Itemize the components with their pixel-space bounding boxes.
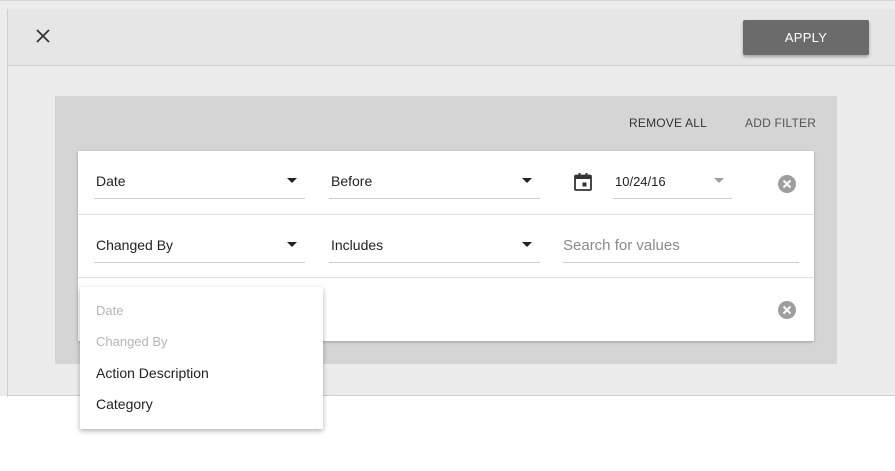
chevron-down-icon <box>522 242 532 247</box>
calendar-icon[interactable] <box>573 172 593 192</box>
close-icon[interactable] <box>33 26 55 48</box>
chevron-down-icon <box>714 178 724 183</box>
dropdown-option-action-description[interactable]: Action Description <box>96 365 209 381</box>
filter-1-field-value: Date <box>96 173 126 189</box>
search-values-input[interactable] <box>563 229 799 263</box>
remove-all-button[interactable]: REMOVE ALL <box>629 116 707 130</box>
filter-1-date-value: 10/24/16 <box>615 174 666 189</box>
dialog-edge <box>7 9 8 397</box>
filter-2-operator-select[interactable]: Includes <box>329 229 540 263</box>
filter-1-field-select[interactable]: Date <box>94 165 305 199</box>
add-filter-button[interactable]: ADD FILTER <box>745 116 816 130</box>
chevron-down-icon <box>522 178 532 183</box>
row-divider <box>78 277 814 278</box>
field-dropdown-menu: Date Changed By Action Description Categ… <box>80 287 323 429</box>
filter-1-operator-select[interactable]: Before <box>329 165 540 199</box>
remove-filter-icon[interactable] <box>778 175 796 193</box>
dropdown-option-date: Date <box>96 303 124 318</box>
apply-button[interactable]: APPLY <box>743 20 869 55</box>
filter-2-operator-value: Includes <box>331 237 384 253</box>
dropdown-option-changed-by: Changed By <box>96 334 168 349</box>
chevron-down-icon <box>287 242 297 247</box>
filter-2-field-value: Changed By <box>96 237 174 253</box>
dropdown-option-category[interactable]: Category <box>96 396 153 412</box>
filter-2-field-select[interactable]: Changed By <box>94 229 305 263</box>
filter-1-date-select[interactable]: 10/24/16 <box>613 165 732 199</box>
remove-filter-icon[interactable] <box>778 301 796 319</box>
filter-1-operator-value: Before <box>331 173 373 189</box>
chevron-down-icon <box>287 178 297 183</box>
row-divider <box>78 214 814 215</box>
